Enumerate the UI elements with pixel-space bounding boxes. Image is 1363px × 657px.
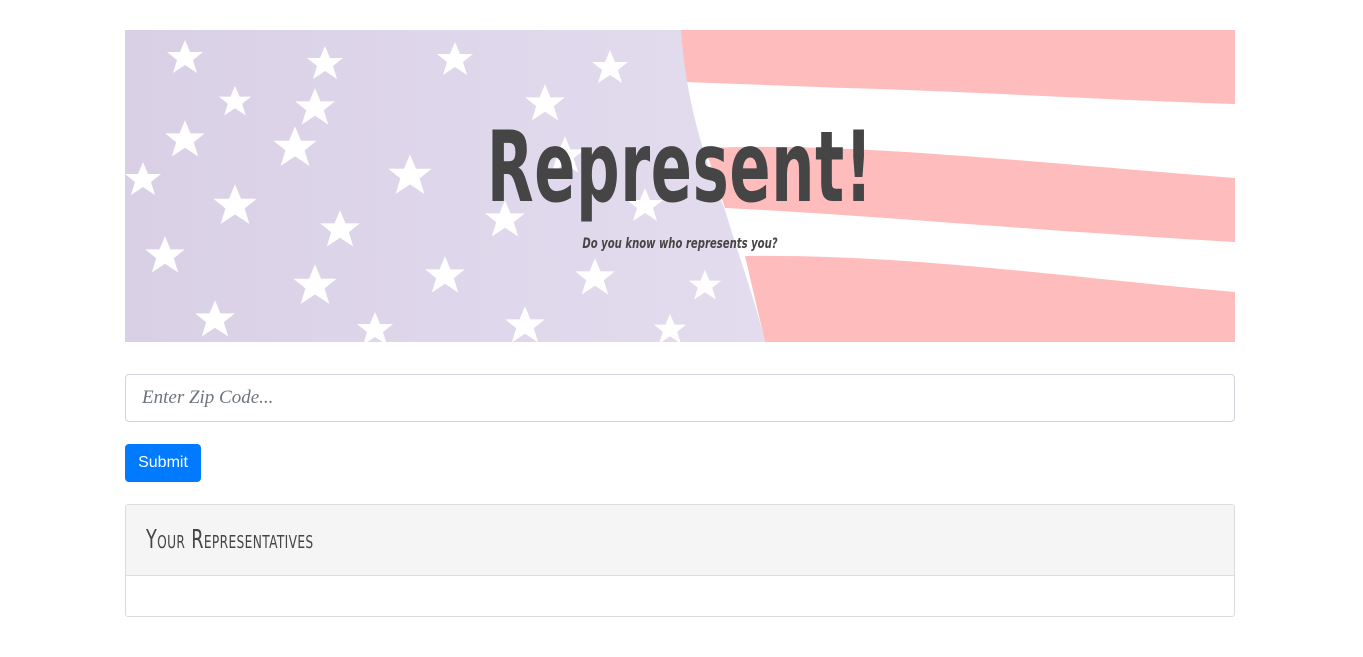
hero-banner: Represent! Do you know who represents yo… bbox=[125, 30, 1235, 342]
submit-button[interactable]: Submit bbox=[125, 444, 201, 482]
representatives-heading: Your Representatives bbox=[146, 525, 314, 555]
app-title: Represent! bbox=[486, 111, 874, 225]
representatives-list bbox=[126, 576, 1234, 616]
zip-code-input[interactable] bbox=[125, 374, 1235, 422]
page-container: Represent! Do you know who represents yo… bbox=[125, 30, 1235, 617]
representatives-card: Your Representatives bbox=[125, 504, 1235, 617]
app-subtitle: Do you know who represents you? bbox=[582, 236, 778, 252]
representatives-card-header: Your Representatives bbox=[126, 505, 1234, 576]
